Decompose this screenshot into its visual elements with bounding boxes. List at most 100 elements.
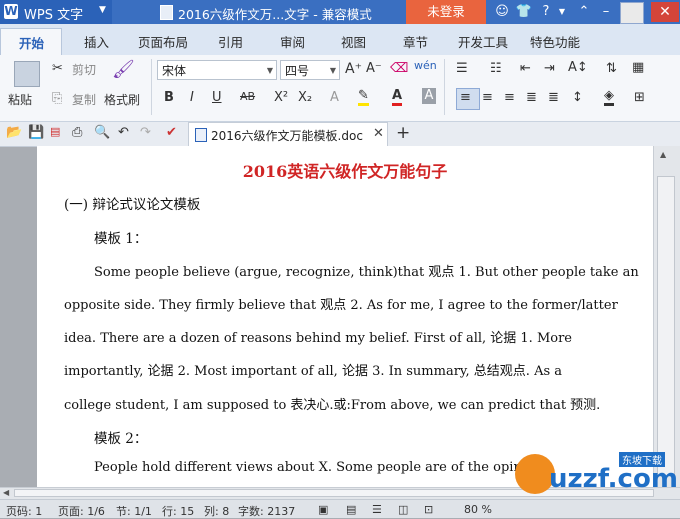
tab-features[interactable]: 特色功能 bbox=[530, 32, 580, 51]
divider bbox=[151, 59, 152, 115]
tab-insert[interactable]: 插入 bbox=[84, 32, 109, 51]
bullet-list-icon[interactable]: ☰ bbox=[456, 61, 468, 76]
increase-indent-icon[interactable]: ⇥ bbox=[544, 61, 555, 76]
template-label: 模板 1： bbox=[94, 231, 148, 247]
document-tab[interactable]: 2016六级作文万能模板.doc ✕ bbox=[188, 122, 388, 146]
chevron-down-icon: ▼ bbox=[99, 5, 106, 15]
template-label: 模板 2： bbox=[94, 431, 148, 447]
document-page[interactable]: 2016英语六级作文万能句子 (一) 辩论式议论文模板 模板 1： Some p… bbox=[37, 146, 653, 487]
chevron-down-icon[interactable]: ▼ bbox=[552, 3, 572, 21]
login-button[interactable]: 未登录 bbox=[406, 0, 486, 24]
font-family-select[interactable]: 宋体 ▼ bbox=[157, 60, 277, 80]
align-right-icon[interactable]: ≡ bbox=[504, 90, 515, 105]
grow-font-icon[interactable]: A⁺ bbox=[345, 61, 362, 77]
close-tab-icon[interactable]: ✕ bbox=[373, 126, 384, 141]
wps-menu-button[interactable]: W WPS 文字 ▼ bbox=[0, 0, 112, 24]
format-painter-icon[interactable]: 🖌 bbox=[112, 59, 135, 83]
minimize-ribbon-icon[interactable]: ⌃ bbox=[574, 3, 594, 21]
tab-start[interactable]: 开始 bbox=[0, 28, 62, 56]
numbered-list-icon[interactable]: ☷ bbox=[490, 61, 502, 76]
shading-icon[interactable]: ◈ bbox=[604, 88, 614, 106]
table-icon[interactable]: ▦ bbox=[632, 60, 644, 75]
paste-button[interactable]: 粘贴 bbox=[8, 91, 32, 108]
doc-line: opposite side. They firmly believe that … bbox=[64, 298, 618, 313]
copy-button[interactable]: 复制 bbox=[72, 91, 96, 108]
save-icon[interactable]: 💾 bbox=[28, 125, 44, 140]
print-preview-icon[interactable]: 🔍 bbox=[94, 125, 110, 140]
scissors-icon[interactable]: ✂ bbox=[52, 61, 63, 76]
status-bar: 页码: 1 页面: 1/6 节: 1/1 行: 15 列: 8 字数: 2137… bbox=[0, 499, 680, 518]
font-size-select[interactable]: 四号 ▼ bbox=[280, 60, 340, 80]
user-icon[interactable]: ☺ bbox=[492, 3, 512, 21]
line-spacing-icon[interactable]: ↕ bbox=[572, 90, 583, 105]
strikethrough-icon[interactable]: AB bbox=[240, 90, 255, 103]
borders-icon[interactable]: ⊞ bbox=[634, 90, 645, 105]
redo-icon[interactable]: ↷ bbox=[140, 125, 151, 140]
sort-icon[interactable]: ⇅ bbox=[606, 61, 617, 76]
app-name: WPS 文字 bbox=[24, 8, 84, 23]
shrink-font-icon[interactable]: A⁻ bbox=[366, 61, 382, 76]
format-painter-button[interactable]: 格式刷 bbox=[104, 91, 140, 108]
document-icon bbox=[160, 5, 173, 20]
tab-developer[interactable]: 开发工具 bbox=[458, 32, 508, 51]
pdf-icon[interactable]: ▤ bbox=[50, 125, 60, 138]
window-title: 2016六级作文万...文字 - 兼容模式 bbox=[178, 7, 372, 22]
tab-chapter[interactable]: 章节 bbox=[403, 32, 428, 51]
minimize-icon[interactable]: – bbox=[596, 3, 616, 21]
superscript-icon[interactable]: X² bbox=[274, 90, 288, 105]
undo-icon[interactable]: ↶ bbox=[118, 125, 129, 140]
cut-button[interactable]: 剪切 bbox=[72, 61, 96, 78]
watermark-logo: uzzf.com 东坡下载 bbox=[515, 448, 678, 494]
doc-line: People hold different views about X. Som… bbox=[94, 460, 543, 475]
zoom-level[interactable]: 80 % bbox=[464, 503, 492, 516]
tab-view[interactable]: 视图 bbox=[341, 32, 366, 51]
char-shading-icon[interactable]: A bbox=[422, 88, 436, 104]
open-folder-icon[interactable]: 📂 bbox=[6, 125, 22, 140]
print-icon[interactable]: ⎙ bbox=[72, 125, 82, 140]
align-center-icon[interactable]: ≡ bbox=[482, 90, 493, 105]
new-tab-icon[interactable]: + bbox=[396, 123, 410, 143]
tab-references[interactable]: 引用 bbox=[218, 32, 243, 51]
pinyin-icon[interactable]: wén bbox=[414, 59, 437, 72]
subscript-icon[interactable]: X₂ bbox=[298, 90, 312, 105]
doc-line: idea. There are a dozen of reasons behin… bbox=[64, 331, 572, 346]
copy-icon[interactable]: ⎘ bbox=[52, 91, 62, 106]
wps-logo-icon: W bbox=[4, 4, 18, 19]
text-effect-icon[interactable]: A bbox=[330, 90, 339, 105]
paste-icon[interactable] bbox=[14, 61, 40, 87]
align-left-icon[interactable]: ≡ bbox=[460, 90, 471, 105]
decrease-indent-icon[interactable]: ⇤ bbox=[520, 61, 531, 76]
bold-icon[interactable]: B bbox=[164, 90, 174, 105]
web-view-icon[interactable]: ◫ bbox=[398, 503, 408, 516]
watermark-text: uzzf.com bbox=[549, 464, 678, 494]
reading-view-icon[interactable]: ⊡ bbox=[424, 503, 433, 516]
outline-view-icon[interactable]: ☰ bbox=[372, 503, 382, 516]
justify-icon[interactable]: ≣ bbox=[526, 90, 537, 105]
view-mode-icon[interactable]: ▣ bbox=[318, 503, 328, 516]
doc-line: importantly, 论据 2. Most important of all… bbox=[64, 364, 563, 379]
underline-icon[interactable]: U bbox=[212, 90, 222, 105]
highlight-icon[interactable]: ✎ bbox=[358, 88, 369, 106]
scroll-up-icon[interactable]: ▲ bbox=[660, 150, 666, 159]
scroll-left-icon[interactable]: ◀ bbox=[3, 488, 9, 497]
skin-icon[interactable]: 👕 bbox=[514, 3, 534, 21]
chinese-layout-icon[interactable]: A↕ bbox=[568, 60, 588, 75]
customize-icon[interactable]: ✔ bbox=[166, 125, 177, 140]
restore-button[interactable] bbox=[620, 2, 644, 24]
doc-title: 2016英语六级作文万能句子 bbox=[242, 162, 448, 181]
tab-page-layout[interactable]: 页面布局 bbox=[138, 32, 188, 51]
font-color-icon[interactable]: A bbox=[392, 88, 403, 106]
document-icon bbox=[195, 128, 207, 142]
clear-format-icon[interactable]: ⌫ bbox=[390, 61, 408, 76]
distributed-icon[interactable]: ≣ bbox=[548, 90, 559, 105]
page-view-icon[interactable]: ▤ bbox=[346, 503, 356, 516]
tab-review[interactable]: 审阅 bbox=[280, 32, 305, 51]
chevron-down-icon: ▼ bbox=[329, 66, 336, 75]
ribbon-tabs: 开始 插入 页面布局 引用 审阅 视图 章节 开发工具 特色功能 bbox=[0, 24, 680, 56]
close-button[interactable]: ✕ bbox=[651, 2, 679, 22]
chevron-down-icon: ▼ bbox=[266, 66, 273, 75]
doc-line: Some people believe (argue, recognize, t… bbox=[94, 265, 639, 280]
italic-icon[interactable]: I bbox=[190, 90, 194, 105]
document-tab-label: 2016六级作文万能模板.doc bbox=[211, 129, 363, 143]
vertical-scroll-thumb[interactable] bbox=[657, 176, 675, 476]
